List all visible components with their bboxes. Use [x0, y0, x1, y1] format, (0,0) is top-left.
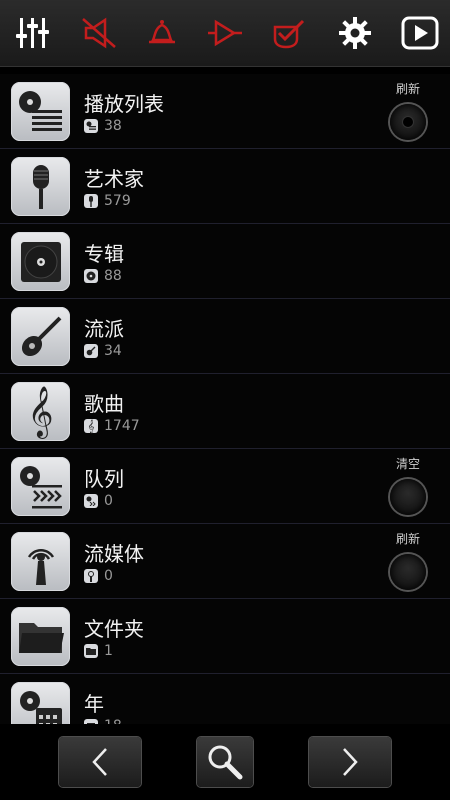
top-toolbar [0, 0, 450, 67]
list-item-albums[interactable]: 专辑 88 [0, 224, 450, 299]
microphone-icon [11, 157, 70, 216]
queue-clear-button[interactable] [390, 479, 426, 515]
queue-mini-icon [84, 494, 98, 508]
count-value: 1747 [104, 418, 140, 434]
list-item-count: 1 [84, 643, 113, 659]
count-value: 38 [104, 118, 122, 134]
list-item-count: 𝄞 1747 [84, 418, 140, 434]
search-icon [208, 745, 243, 780]
list-item-count: 34 [84, 343, 122, 359]
speaker-mute-icon[interactable] [77, 12, 121, 54]
playlist-mini-icon [84, 119, 98, 133]
list-item-title: 流派 [84, 317, 124, 341]
equalizer-icon[interactable] [11, 12, 55, 54]
list-item-count: 38 [84, 118, 122, 134]
list-item-artists[interactable]: 艺术家 579 [0, 149, 450, 224]
count-value: 1 [104, 643, 113, 659]
antenna-mini-icon [84, 569, 98, 583]
treble-clef-icon: 𝄞 [11, 382, 70, 441]
library-list: 播放列表 38 刷新 艺术家 579 专辑 88 流派 34 𝄞 歌曲 𝄞 17… [0, 74, 450, 724]
list-item-title: 队列 [84, 467, 124, 491]
folder-icon [11, 607, 70, 666]
list-item-playlist[interactable]: 播放列表 38 刷新 [0, 74, 450, 149]
list-item-title: 专辑 [84, 242, 124, 266]
microphone-mini-icon [84, 194, 98, 208]
list-item-title: 年 [84, 692, 104, 716]
antenna-icon [11, 532, 70, 591]
clear-label: 清空 [395, 457, 420, 471]
list-item-title: 播放列表 [84, 92, 164, 116]
cup-check-icon[interactable] [266, 12, 310, 54]
refresh-label: 刷新 [395, 82, 420, 96]
chevron-left-icon [92, 748, 107, 776]
refresh-label: 刷新 [395, 532, 420, 546]
list-item-count: 579 [84, 193, 131, 209]
list-item-streams[interactable]: 流媒体 0 刷新 [0, 524, 450, 599]
count-value: 0 [104, 568, 113, 584]
list-item-title: 文件夹 [84, 617, 144, 641]
chevron-right-icon [343, 748, 358, 776]
list-item-title: 流媒体 [84, 542, 144, 566]
gear-icon[interactable] [333, 12, 377, 54]
folder-mini-icon [84, 644, 98, 658]
count-value: 579 [104, 193, 131, 209]
list-item-count: 0 [84, 568, 113, 584]
previous-button[interactable] [59, 737, 141, 787]
list-item-title: 歌曲 [84, 392, 124, 416]
bottom-nav [0, 725, 450, 800]
next-button[interactable] [309, 737, 391, 787]
count-value: 34 [104, 343, 122, 359]
count-value: 88 [104, 268, 122, 284]
guitar-mini-icon [84, 344, 98, 358]
list-item-count: 0 [84, 493, 113, 509]
playlist-refresh-button[interactable] [390, 104, 426, 140]
list-item-queue[interactable]: 队列 0 清空 [0, 449, 450, 524]
guitar-icon [11, 307, 70, 366]
album-disc-icon [11, 232, 70, 291]
list-item-genres[interactable]: 流派 34 [0, 299, 450, 374]
list-item-songs[interactable]: 𝄞 歌曲 𝄞 1747 [0, 374, 450, 449]
list-item-count: 18 [84, 718, 122, 724]
count-value: 0 [104, 493, 113, 509]
list-item-years[interactable]: 年 18 [0, 674, 450, 724]
queue-icon [11, 457, 70, 516]
search-button[interactable] [197, 737, 253, 787]
bell-icon[interactable] [140, 12, 184, 54]
diode-icon[interactable] [203, 12, 247, 54]
calendar-mini-icon [84, 719, 98, 724]
list-item-title: 艺术家 [84, 167, 144, 191]
list-item-folders[interactable]: 文件夹 1 [0, 599, 450, 674]
count-value: 18 [104, 718, 122, 724]
stream-refresh-button[interactable] [390, 554, 426, 590]
play-screen-icon[interactable] [398, 12, 442, 54]
list-item-count: 88 [84, 268, 122, 284]
clef-mini-icon: 𝄞 [84, 419, 98, 433]
disc-mini-icon [84, 269, 98, 283]
playlist-icon [11, 82, 70, 141]
calendar-icon [11, 682, 70, 724]
